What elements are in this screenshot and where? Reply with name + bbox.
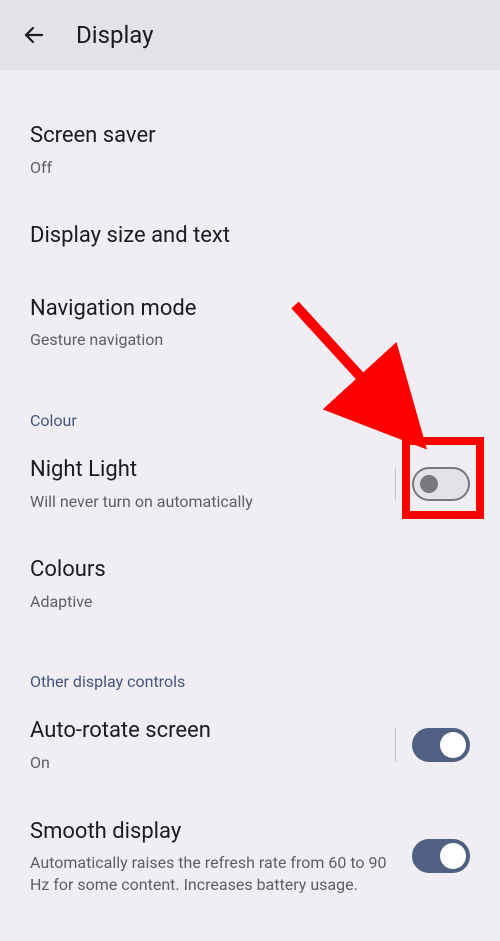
smooth-display-toggle[interactable] — [412, 839, 470, 873]
back-button[interactable] — [20, 21, 48, 49]
setting-display-size-text[interactable]: Display size and text — [30, 200, 470, 273]
setting-title: Navigation mode — [30, 295, 470, 324]
auto-rotate-toggle[interactable] — [412, 728, 470, 762]
toggle-wrap — [395, 728, 470, 762]
section-other-controls: Other display controls — [30, 634, 470, 695]
back-arrow-icon — [22, 23, 46, 47]
setting-subtitle: Gesture navigation — [30, 329, 470, 351]
setting-colours[interactable]: Colours Adaptive — [30, 534, 470, 634]
vertical-divider — [395, 467, 396, 501]
toggle-wrap — [412, 839, 470, 873]
setting-auto-rotate[interactable]: Auto-rotate screen On — [30, 695, 470, 795]
setting-subtitle: Will never turn on automatically — [30, 491, 383, 513]
setting-subtitle: Automatically raises the refresh rate fr… — [30, 852, 400, 895]
setting-night-light[interactable]: Night Light Will never turn on automatic… — [30, 434, 470, 534]
setting-title: Auto-rotate screen — [30, 717, 383, 746]
setting-subtitle: On — [30, 752, 383, 774]
toggle-knob — [440, 732, 466, 758]
header-bar: Display — [0, 0, 500, 70]
setting-title: Night Light — [30, 456, 383, 485]
setting-screen-saver[interactable]: Screen saver Off — [30, 100, 470, 200]
toggle-knob — [440, 843, 466, 869]
setting-title: Smooth display — [30, 818, 400, 847]
setting-title: Screen saver — [30, 122, 470, 151]
section-colour: Colour — [30, 373, 470, 434]
setting-navigation-mode[interactable]: Navigation mode Gesture navigation — [30, 273, 470, 373]
night-light-toggle[interactable] — [412, 467, 470, 501]
setting-smooth-display[interactable]: Smooth display Automatically raises the … — [30, 796, 470, 918]
content-area: Screen saver Off Display size and text N… — [0, 70, 500, 917]
setting-subtitle: Adaptive — [30, 591, 470, 613]
page-title: Display — [76, 21, 154, 49]
toggle-knob — [420, 475, 438, 493]
setting-title: Colours — [30, 556, 470, 585]
setting-subtitle: Off — [30, 157, 470, 179]
toggle-wrap — [395, 467, 470, 501]
setting-title: Display size and text — [30, 222, 470, 251]
vertical-divider — [395, 728, 396, 762]
